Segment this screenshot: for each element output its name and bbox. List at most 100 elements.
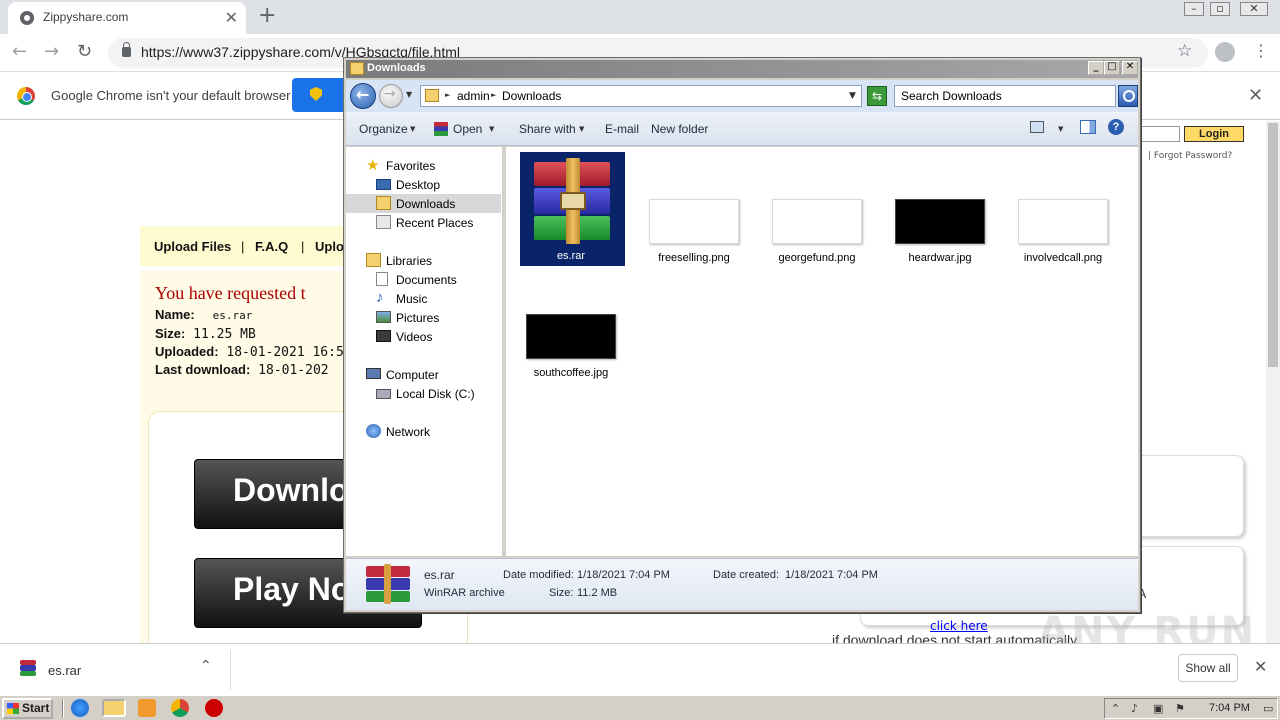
file-item-es-rar[interactable]: es.rar [516,150,626,270]
media-player-icon[interactable] [138,699,156,717]
file-item-georgefund[interactable]: georgefund.png [762,150,872,270]
bookmark-star-icon[interactable]: ☆ [1177,41,1192,61]
profile-avatar[interactable] [1215,42,1235,62]
nav-upload-files[interactable]: Upload Files [154,239,231,254]
show-all-button[interactable]: Show all [1178,654,1238,682]
explorer-close-button[interactable]: ✕ [1122,61,1138,75]
explorer-maximize-button[interactable]: □ [1104,61,1120,75]
nav-desktop[interactable]: Desktop [346,175,501,194]
nav-videos[interactable]: Videos [346,327,501,346]
chevron-right-icon[interactable]: ► [491,91,496,99]
view-icon[interactable] [1030,121,1044,133]
uploaded-label: Uploaded: [155,344,219,359]
nav-faq[interactable]: F.A.Q [255,239,288,254]
organize-dropdown-icon[interactable]: ▼ [410,125,415,133]
share-with-button[interactable]: Share with [519,122,576,136]
network-icon[interactable]: ▣ [1153,702,1163,715]
nav-network[interactable]: Network [346,422,501,441]
email-button[interactable]: E-mail [605,122,639,136]
path-dropdown-icon[interactable]: ▼ [849,91,856,101]
file-item-involvedcall[interactable]: involvedcall.png [1008,150,1118,270]
tray-expand-icon[interactable]: ⌃ [1111,702,1120,715]
nav-computer[interactable]: Computer [346,365,501,384]
nav-network-label: Network [386,425,431,439]
star-icon: ★ [366,157,380,174]
forgot-password-link[interactable]: | Forgot Password? [1148,151,1232,161]
chrome-taskbar-icon[interactable] [171,699,189,717]
help-icon[interactable]: ? [1108,119,1124,135]
download-file-name[interactable]: es.rar [48,663,81,678]
view-dropdown-icon[interactable]: ▼ [1058,125,1063,133]
nav-favorites[interactable]: ★ Favorites [346,156,501,175]
open-dropdown-icon[interactable]: ▼ [489,125,494,133]
file-item-southcoffee[interactable]: southcoffee.jpg [516,265,626,385]
last-download-label: Last download: [155,362,251,377]
nav-recent-label: Recent Places [396,216,474,230]
scrollbar-thumb[interactable] [1268,123,1278,367]
shelf-close-icon[interactable]: ✕ [1254,657,1267,676]
nav-recent-places[interactable]: Recent Places [346,213,501,232]
volume-icon[interactable]: ♪ [1131,702,1138,715]
page-scrollbar[interactable] [1266,121,1280,643]
explorer-titlebar[interactable]: Downloads _ □ ✕ [346,60,1138,78]
details-file-type: WinRAR archive [424,587,505,599]
size-label: Size: [155,326,186,341]
nav-libraries[interactable]: Libraries [346,251,501,270]
history-dropdown-icon[interactable]: ▼ [406,90,412,99]
open-button[interactable]: Open [453,122,482,136]
close-window-button[interactable]: ✕ [1240,2,1268,16]
new-tab-button[interactable]: + [258,3,276,28]
windows-taskbar: Start ⌃ ♪ ▣ ⚑ 7:04 PM ▭ [0,695,1280,720]
file-item-freeselling[interactable]: freeselling.png [639,150,749,270]
organize-menu[interactable]: Organize [359,122,408,136]
restore-button[interactable]: ▫ [1210,2,1230,16]
infobar-close-icon[interactable]: ✕ [1248,85,1263,106]
click-here-link[interactable]: click here [930,619,988,633]
login-button[interactable]: Login [1184,126,1244,142]
tab-close-icon[interactable]: ✕ [225,8,238,27]
path-admin[interactable]: admin [457,89,490,103]
download-shelf: es.rar ⌃ Show all ✕ [0,643,1280,695]
stop-icon[interactable] [205,699,223,717]
back-icon[interactable]: ← [12,41,27,62]
nav-documents[interactable]: Documents [346,270,501,289]
chevron-up-icon[interactable]: ⌃ [200,658,212,674]
password-field[interactable] [1138,126,1180,142]
nav-downloads[interactable]: Downloads [346,194,501,213]
nav-pictures[interactable]: Pictures [346,308,501,327]
search-input[interactable]: Search Downloads [894,85,1116,107]
nav-music[interactable]: ♪ Music [346,289,501,308]
flag-icon[interactable]: ⚑ [1175,702,1185,715]
explorer-icon[interactable] [102,699,126,717]
refresh-icon[interactable]: ⇆ [867,86,887,106]
preview-pane-icon[interactable] [1080,120,1096,134]
computer-icon [366,368,381,379]
show-desktop-icon[interactable]: ▭ [1263,702,1273,715]
minimize-button[interactable]: – [1184,2,1204,16]
reload-icon[interactable]: ↻ [77,41,92,62]
path-bar[interactable]: ► admin ► Downloads ▼ [420,85,862,107]
menu-kebab-icon[interactable]: ⋮ [1253,41,1269,60]
winrar-icon [20,660,36,676]
ie-icon[interactable] [71,699,89,717]
path-downloads[interactable]: Downloads [502,89,561,103]
start-label: Start [22,701,50,715]
new-folder-button[interactable]: New folder [651,122,708,136]
search-icon[interactable] [1118,85,1138,107]
start-button[interactable]: Start [2,698,53,719]
file-item-heardwar[interactable]: heardwar.jpg [885,150,995,270]
chrome-logo-icon [17,87,35,105]
share-dropdown-icon[interactable]: ▼ [579,125,584,133]
image-thumbnail [772,199,862,244]
navigation-pane: ★ Favorites Desktop Downloads Recent Pla… [346,147,503,556]
nav-local-disk[interactable]: Local Disk (C:) [346,384,501,403]
network-globe-icon [366,424,381,438]
tab-zippyshare[interactable]: Zippyshare.com ✕ [8,2,246,34]
back-arrow-icon[interactable] [350,83,376,109]
chevron-right-icon[interactable]: ► [445,91,450,99]
forward-arrow-icon[interactable] [379,84,403,108]
explorer-minimize-button[interactable]: _ [1088,61,1104,75]
folder-icon [425,89,439,102]
forward-icon[interactable]: → [44,41,59,62]
nav-upload[interactable]: Uplo [315,239,344,254]
